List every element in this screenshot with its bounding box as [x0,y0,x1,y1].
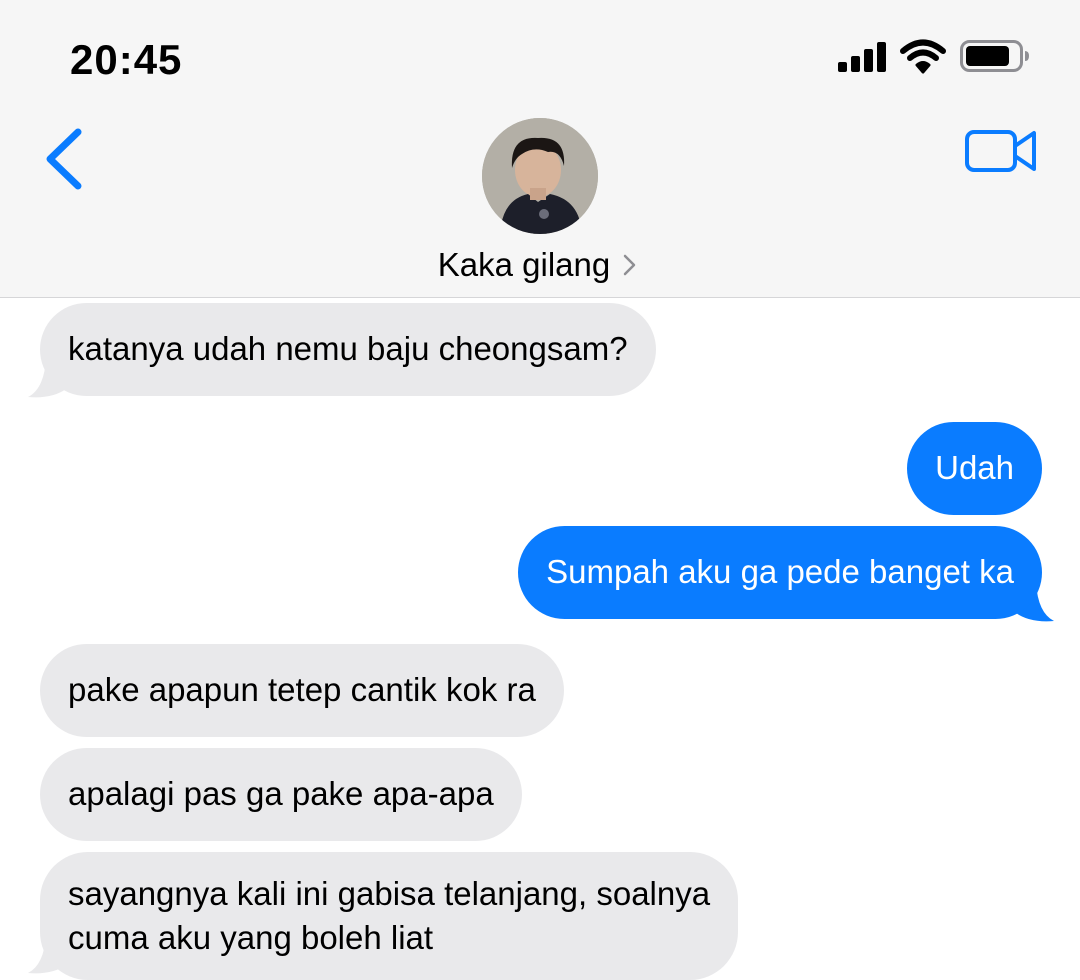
message-line: cuma aku yang boleh liat [68,919,434,956]
message-bubble-outgoing[interactable]: Sumpah aku ga pede banget ka [518,526,1042,619]
wifi-icon [900,39,946,74]
contact-name-button[interactable]: Kaka gilang [0,246,1080,284]
cellular-signal-icon [838,42,886,72]
message-line: sayangnya kali ini gabisa telanjang, soa… [68,875,711,912]
message-bubble-outgoing[interactable]: Udah [907,422,1042,515]
video-call-icon[interactable] [964,126,1038,176]
status-time: 20:45 [70,36,183,83]
battery-icon [960,40,1029,72]
conversation-header: 20:45 Kaka gilang [0,0,1080,298]
message-list: katanya udah nemu baju cheongsam? Udah S… [0,299,1080,980]
message-bubble-incoming[interactable]: pake apapun tetep cantik kok ra [40,644,564,737]
back-chevron-icon[interactable] [40,124,90,194]
chevron-right-icon [623,254,636,276]
contact-avatar[interactable] [482,118,598,234]
contact-name: Kaka gilang [437,246,611,283]
avatar-photo [482,118,598,234]
message-bubble-incoming[interactable]: sayangnya kali ini gabisa telanjang, soa… [40,852,739,980]
message-bubble-incoming[interactable]: apalagi pas ga pake apa-apa [40,748,522,841]
message-bubble-incoming[interactable]: katanya udah nemu baju cheongsam? [40,303,656,396]
